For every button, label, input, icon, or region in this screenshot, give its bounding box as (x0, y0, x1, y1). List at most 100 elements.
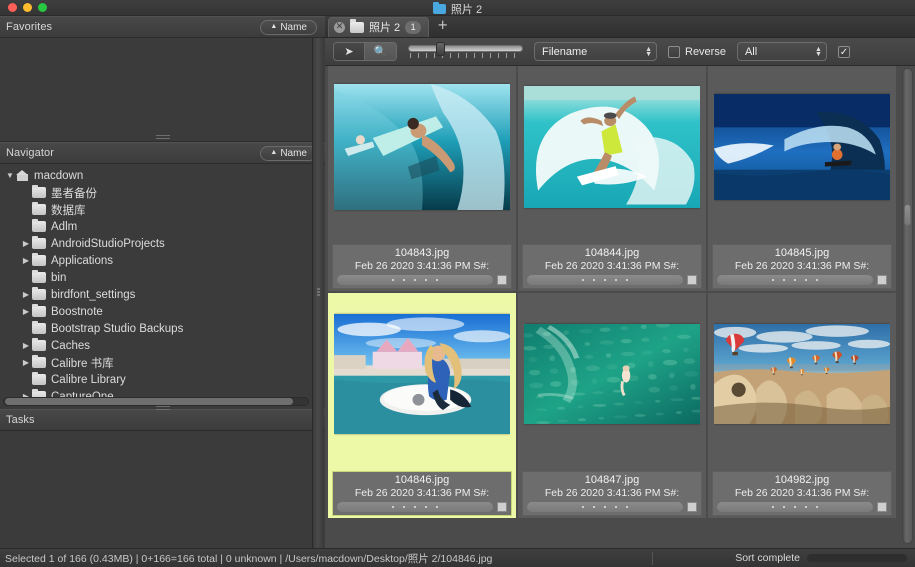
rating-dot-icon[interactable] (615, 506, 617, 508)
tree-item[interactable]: ▼ macdown (0, 167, 325, 184)
thumbnail-cell[interactable]: 104844.jpg Feb 26 2020 3:41:36 PM S#: (518, 66, 706, 291)
twisty-right-icon[interactable]: ▶ (20, 239, 32, 248)
rating-dot-icon[interactable] (403, 279, 405, 281)
rating-dot-icon[interactable] (794, 506, 796, 508)
select-checkbox[interactable] (497, 275, 507, 285)
filter-select[interactable]: All ▲ ▼ (736, 42, 827, 61)
close-icon[interactable]: ✕ (334, 21, 345, 33)
rating-dot-icon[interactable] (805, 506, 807, 508)
thumbnail-image-box[interactable] (524, 297, 700, 451)
rating-dot-icon[interactable] (582, 279, 584, 281)
navigator-tree-panel[interactable]: ▼macdown▶墨者备份▶数据库▶Adlm▶AndroidStudioProj… (0, 164, 325, 409)
twisty-right-icon[interactable]: ▶ (20, 290, 32, 299)
twisty-down-icon[interactable]: ▼ (4, 171, 16, 180)
thumbnail-size-slider[interactable] (408, 41, 523, 62)
sort-select[interactable]: Filename ▲ ▼ (534, 42, 657, 61)
show-all-checkbox[interactable]: ✓ (837, 45, 850, 58)
add-tab-icon[interactable]: + (435, 19, 450, 34)
rating-dot-icon[interactable] (783, 279, 785, 281)
rating-dot-icon[interactable] (425, 506, 427, 508)
cursor-arrow-icon[interactable]: ➤ (334, 43, 365, 60)
tree-item[interactable]: ▶ Bootstrap Studio Backups (0, 320, 325, 337)
rating-dot-icon[interactable] (392, 279, 394, 281)
navigator-sort-button[interactable]: ▲ Name (260, 146, 317, 161)
rating-dot-icon[interactable] (436, 506, 438, 508)
rating-dot-icon[interactable] (772, 506, 774, 508)
tree-item[interactable]: ▶ Caches (0, 337, 325, 354)
tool-mode-group[interactable]: ➤ 🔍 (333, 42, 397, 61)
thumbnail-grid[interactable]: 104843.jpg Feb 26 2020 3:41:36 PM S#: 1048… (328, 66, 896, 518)
tab-photos-2[interactable]: ✕ 照片 2 1 (328, 16, 430, 37)
favorites-resize-grip[interactable] (155, 135, 170, 140)
rating-dot-icon[interactable] (772, 279, 774, 281)
tree-item[interactable]: ▶ Applications (0, 252, 325, 269)
rating-dot-icon[interactable] (805, 279, 807, 281)
thumbnail-image-box[interactable] (714, 297, 890, 451)
grid-vertical-scrollbar[interactable] (902, 68, 913, 544)
reverse-checkbox[interactable] (668, 45, 680, 58)
favorites-list[interactable] (0, 38, 325, 142)
thumbnail-cell[interactable]: 104847.jpg Feb 26 2020 3:41:36 PM S#: (518, 293, 706, 518)
pane-splitter[interactable] (312, 38, 324, 548)
scrollbar-thumb[interactable] (904, 204, 911, 226)
rating-dot-icon[interactable] (425, 279, 427, 281)
rating-dot-icon[interactable] (604, 279, 606, 281)
tree-item[interactable]: ▶ Calibre Library (0, 371, 325, 388)
twisty-right-icon[interactable]: ▶ (20, 307, 32, 316)
twisty-right-icon[interactable]: ▶ (20, 341, 32, 350)
select-checkbox[interactable] (687, 275, 697, 285)
rating-dot-icon[interactable] (604, 506, 606, 508)
tree-item[interactable]: ▶ Calibre 书库 (0, 354, 325, 371)
thumbnail-image-box[interactable] (334, 297, 510, 451)
rating-control[interactable] (527, 275, 683, 285)
thumbnail-image-box[interactable] (334, 70, 510, 224)
tasks-list[interactable] (0, 431, 325, 567)
select-checkbox[interactable] (687, 502, 697, 512)
rating-dot-icon[interactable] (626, 506, 628, 508)
slider-knob[interactable] (435, 41, 445, 56)
magnifier-icon[interactable]: 🔍 (365, 43, 396, 60)
rating-dot-icon[interactable] (794, 279, 796, 281)
navigator-horizontal-scrollbar[interactable] (3, 397, 309, 406)
rating-dot-icon[interactable] (392, 506, 394, 508)
rating-dot-icon[interactable] (436, 279, 438, 281)
rating-control[interactable] (527, 502, 683, 512)
tree-item[interactable]: ▶ bin (0, 269, 325, 286)
rating-dot-icon[interactable] (414, 279, 416, 281)
rating-dot-icon[interactable] (615, 279, 617, 281)
rating-control[interactable] (337, 502, 493, 512)
rating-dot-icon[interactable] (414, 506, 416, 508)
select-checkbox[interactable] (877, 502, 887, 512)
rating-dot-icon[interactable] (582, 506, 584, 508)
rating-control[interactable] (337, 275, 493, 285)
rating-dot-icon[interactable] (593, 279, 595, 281)
twisty-right-icon[interactable]: ▶ (20, 256, 32, 265)
thumbnail-grid-area[interactable]: 104843.jpg Feb 26 2020 3:41:36 PM S#: 1048… (325, 66, 915, 548)
rating-control[interactable] (717, 502, 873, 512)
select-checkbox[interactable] (877, 275, 887, 285)
tree-item[interactable]: ▶ AndroidStudioProjects (0, 235, 325, 252)
tree-item[interactable]: ▶ birdfont_settings (0, 286, 325, 303)
tree-item[interactable]: ▶ Boostnote (0, 303, 325, 320)
thumbnail-cell[interactable]: 104982.jpg Feb 26 2020 3:41:36 PM S#: (708, 293, 896, 518)
navigator-tree[interactable]: ▼macdown▶墨者备份▶数据库▶Adlm▶AndroidStudioProj… (0, 164, 325, 405)
tasks-resize-grip[interactable] (155, 406, 170, 411)
rating-dot-icon[interactable] (626, 279, 628, 281)
thumbnail-image-box[interactable] (524, 70, 700, 224)
select-checkbox[interactable] (497, 502, 507, 512)
twisty-right-icon[interactable]: ▶ (20, 358, 32, 367)
tree-item[interactable]: ▶ 墨者备份 (0, 184, 325, 201)
rating-dot-icon[interactable] (403, 506, 405, 508)
rating-dot-icon[interactable] (816, 279, 818, 281)
favorites-sort-button[interactable]: ▲ Name (260, 20, 317, 35)
rating-dot-icon[interactable] (593, 506, 595, 508)
rating-control[interactable] (717, 275, 873, 285)
rating-dot-icon[interactable] (816, 506, 818, 508)
thumbnail-cell[interactable]: 104845.jpg Feb 26 2020 3:41:36 PM S#: (708, 66, 896, 291)
reverse-checkbox-row[interactable]: Reverse (668, 45, 726, 58)
scrollbar-thumb[interactable] (5, 398, 293, 405)
rating-dot-icon[interactable] (783, 506, 785, 508)
thumbnail-image-box[interactable] (714, 70, 890, 224)
thumbnail-cell[interactable]: 104846.jpg Feb 26 2020 3:41:36 PM S#: (328, 293, 516, 518)
tree-item[interactable]: ▶ 数据库 (0, 201, 325, 218)
